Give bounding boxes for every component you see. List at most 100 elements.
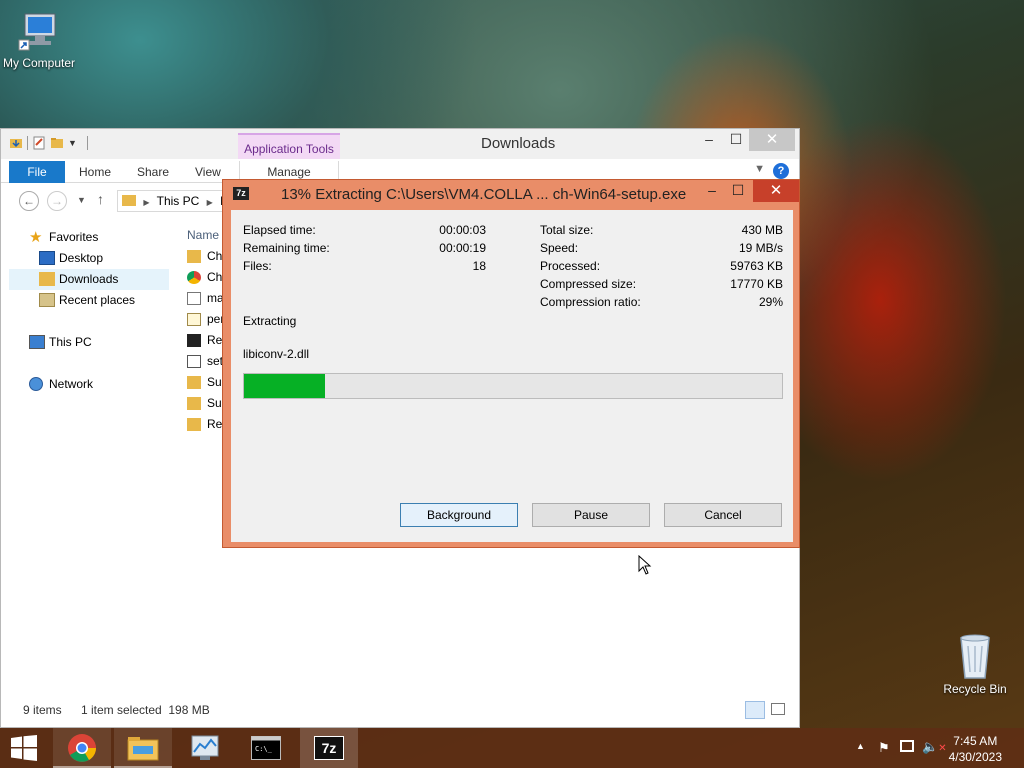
- sidebar-item-favorites[interactable]: ★ Favorites: [9, 227, 169, 248]
- list-item[interactable]: Ch: [185, 267, 225, 288]
- status-bar: 9 items 1 item selected 198 MB: [1, 699, 799, 721]
- sidebar-item-desktop[interactable]: Desktop: [9, 248, 169, 269]
- explorer-maximize-button[interactable]: ☐: [722, 131, 750, 151]
- file-name: Ch: [207, 270, 223, 284]
- background-button[interactable]: Background: [400, 503, 518, 527]
- file-name: set: [207, 354, 224, 368]
- list-item[interactable]: per: [185, 309, 225, 330]
- taskbar-7zip-button[interactable]: 7z: [300, 728, 358, 768]
- taskbar-file-explorer-button[interactable]: [114, 728, 172, 768]
- list-item[interactable]: Ret: [185, 414, 225, 435]
- tab-view[interactable]: View: [195, 161, 221, 183]
- setup-file-icon: [187, 355, 201, 368]
- recycle-bin-icon: [960, 634, 990, 679]
- start-button[interactable]: [0, 728, 48, 768]
- sidebar-item-recent-places[interactable]: Recent places: [9, 290, 169, 311]
- recent-locations-chevron-icon[interactable]: ▼: [77, 195, 86, 205]
- 7zip-icon: 7z: [314, 736, 344, 760]
- tab-share[interactable]: Share: [137, 161, 169, 183]
- compression-ratio-label: Compression ratio:: [540, 295, 641, 309]
- taskbar: C:\_ 7z ▲ ⚑ 🔈✕ 7:45 AM 4/30/2023: [0, 728, 1024, 768]
- pause-button[interactable]: Pause: [532, 503, 650, 527]
- remaining-time-label: Remaining time:: [243, 241, 330, 255]
- explorer-title-bar[interactable]: ▼ Application Tools Downloads – ☐ ✕: [1, 129, 799, 159]
- sidebar-item-label: Desktop: [59, 251, 104, 265]
- taskbar-clock[interactable]: 7:45 AM 4/30/2023: [949, 733, 1002, 765]
- action-center-flag-icon[interactable]: ⚑: [878, 740, 890, 756]
- clock-date: 4/30/2023: [948, 750, 1002, 764]
- file-explorer-icon: [127, 737, 159, 761]
- address-bar[interactable]: ▶ This PC ▶ D: [117, 190, 237, 212]
- list-item[interactable]: set: [185, 351, 225, 372]
- 7zip-icon: 7z: [233, 187, 249, 200]
- customize-qat-chevron-icon[interactable]: ▼: [68, 138, 77, 148]
- extraction-progress-dialog[interactable]: 7z 13% Extracting C:\Users\VM4.COLLA ...…: [222, 179, 800, 548]
- help-icon[interactable]: ?: [773, 163, 789, 179]
- dialog-body: Elapsed time: 00:00:03 Remaining time: 0…: [231, 210, 793, 542]
- elapsed-time-value: 00:00:03: [439, 223, 486, 237]
- command-prompt-icon: C:\_: [251, 736, 281, 760]
- recycle-bin-desktop-icon[interactable]: Recycle Bin: [940, 632, 1010, 696]
- list-item[interactable]: Ch: [185, 246, 225, 267]
- computer-icon: [29, 335, 45, 349]
- my-computer-desktop-icon[interactable]: My Computer: [0, 10, 78, 70]
- list-item[interactable]: ma: [185, 288, 225, 309]
- new-folder-icon[interactable]: [50, 136, 64, 150]
- folder-icon: [187, 376, 201, 389]
- computer-icon: [18, 13, 56, 51]
- network-status-icon[interactable]: [900, 740, 914, 752]
- desktop-icon: [39, 251, 55, 265]
- network-icon: [29, 377, 43, 391]
- volume-muted-icon[interactable]: 🔈✕: [922, 739, 947, 755]
- tab-file[interactable]: File: [9, 161, 65, 183]
- clock-time: 7:45 AM: [953, 734, 998, 748]
- details-view-button[interactable]: [745, 701, 765, 719]
- image-file-icon: [187, 292, 201, 305]
- list-item[interactable]: Ret: [185, 330, 225, 351]
- list-item[interactable]: Sup: [185, 393, 225, 414]
- extraction-progress-bar: [243, 373, 783, 399]
- dialog-close-button[interactable]: ✕: [753, 180, 799, 202]
- explorer-close-button[interactable]: ✕: [749, 129, 795, 151]
- dialog-minimize-button[interactable]: –: [699, 182, 725, 202]
- dialog-title-bar[interactable]: 7z 13% Extracting C:\Users\VM4.COLLA ...…: [223, 180, 799, 208]
- properties-icon[interactable]: [32, 136, 46, 150]
- expand-ribbon-chevron-icon[interactable]: ▼: [754, 163, 765, 175]
- progress-fill: [244, 374, 325, 398]
- selection-info: 1 item selected 198 MB: [81, 703, 210, 717]
- explorer-window-title: Downloads: [481, 135, 556, 152]
- dialog-maximize-button[interactable]: ☐: [725, 182, 751, 202]
- tab-home[interactable]: Home: [79, 161, 111, 183]
- my-computer-label: My Computer: [2, 56, 76, 70]
- large-icons-view-button[interactable]: [771, 703, 785, 715]
- sidebar-item-label: Favorites: [49, 230, 99, 244]
- taskbar-chrome-button[interactable]: [53, 728, 111, 768]
- total-size-label: Total size:: [540, 223, 594, 237]
- folder-arrow-icon[interactable]: [9, 136, 23, 150]
- up-button[interactable]: ↑: [97, 191, 104, 207]
- item-count: 9 items: [23, 703, 62, 717]
- certificate-icon: [187, 313, 201, 326]
- cancel-button[interactable]: Cancel: [664, 503, 782, 527]
- chrome-icon: [187, 271, 201, 284]
- chrome-icon: [68, 734, 96, 762]
- show-hidden-icons-chevron-icon[interactable]: ▲: [856, 741, 865, 751]
- sidebar-item-this-pc[interactable]: This PC: [9, 332, 169, 353]
- breadcrumb-this-pc[interactable]: This PC: [157, 194, 200, 208]
- remaining-time-value: 00:00:19: [439, 241, 486, 255]
- downloads-folder-icon: [122, 195, 136, 206]
- current-file-label: libiconv-2.dll: [243, 347, 310, 361]
- name-column-header[interactable]: Name: [185, 225, 225, 246]
- files-label: Files:: [243, 259, 272, 273]
- breadcrumb-separator-icon: ▶: [143, 198, 150, 207]
- explorer-minimize-button[interactable]: –: [695, 131, 723, 151]
- total-size-value: 430 MB: [741, 223, 783, 237]
- list-item[interactable]: Sup: [185, 372, 225, 393]
- taskbar-performance-monitor-button[interactable]: [176, 728, 234, 768]
- taskbar-command-prompt-button[interactable]: C:\_: [237, 728, 295, 768]
- breadcrumb-separator-icon: ▶: [206, 198, 213, 207]
- sidebar-item-downloads[interactable]: Downloads: [9, 269, 169, 290]
- forward-button[interactable]: →: [47, 191, 67, 211]
- back-button[interactable]: ←: [19, 191, 39, 211]
- sidebar-item-network[interactable]: Network: [9, 374, 169, 395]
